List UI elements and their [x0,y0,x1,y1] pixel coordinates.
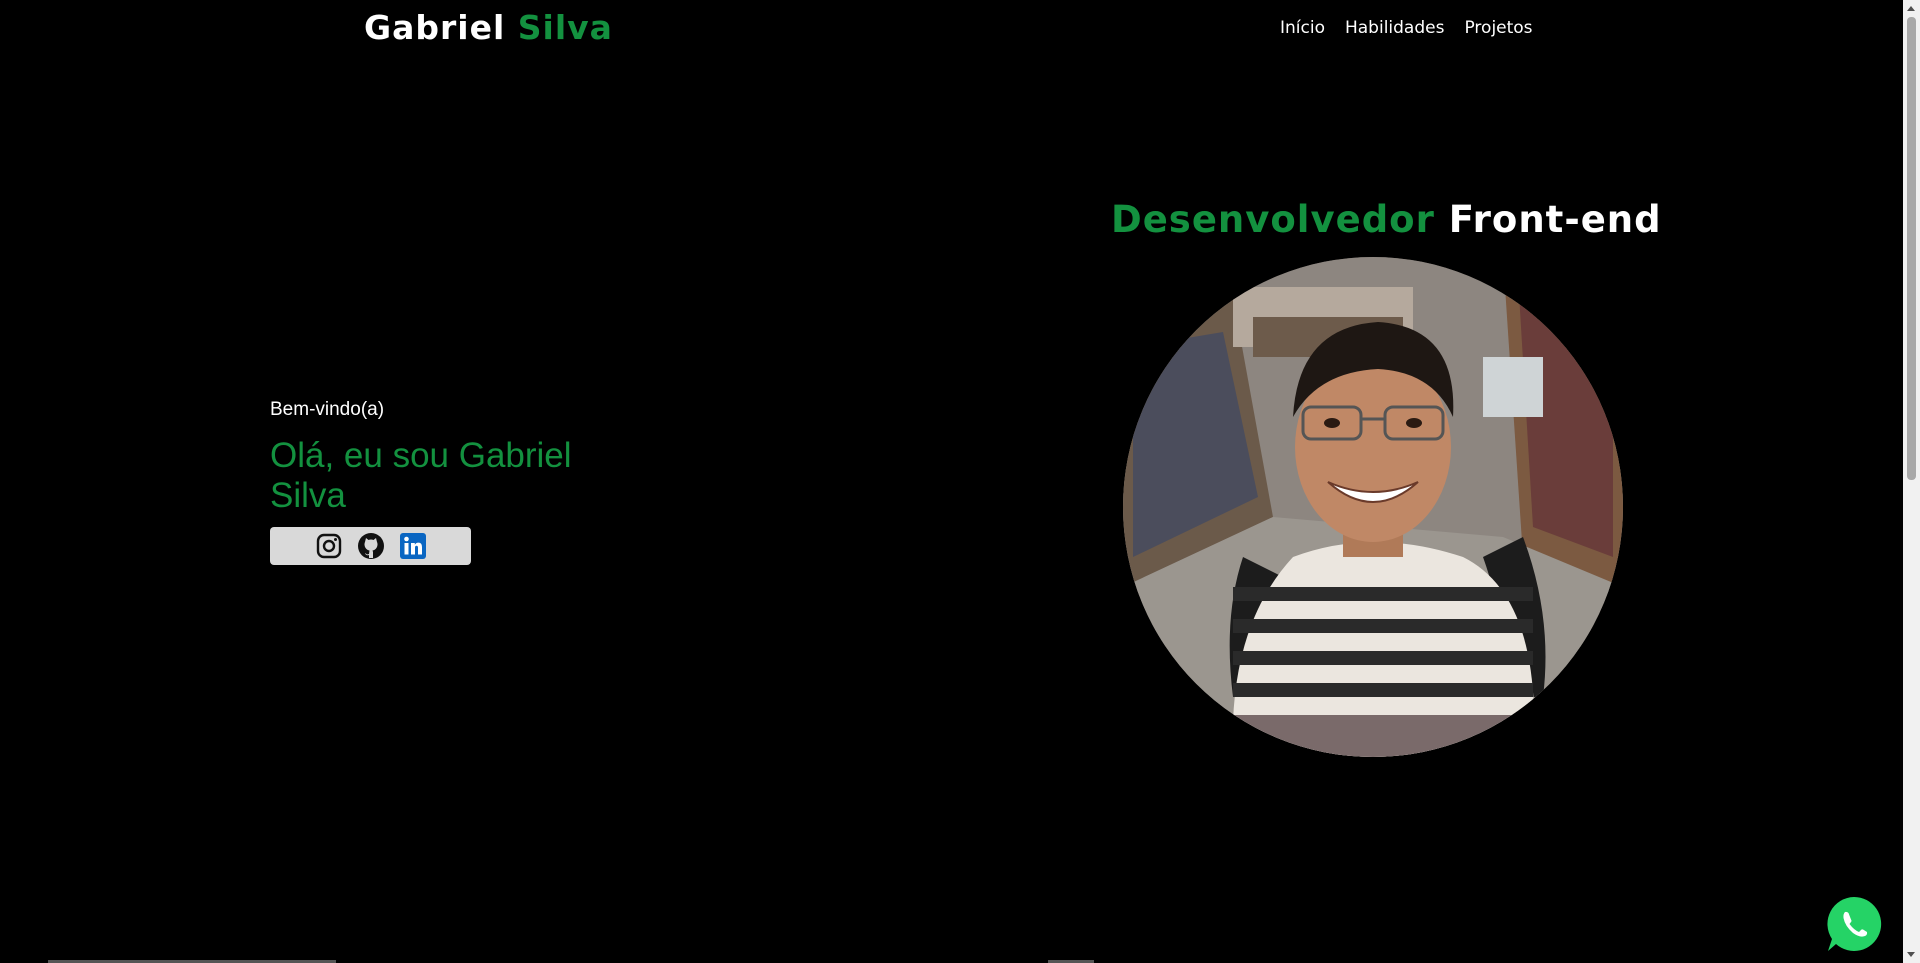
role-title-white: Front-end [1448,198,1662,241]
site-logo[interactable]: Gabriel Silva [364,7,613,49]
linkedin-icon [399,533,426,559]
instagram-icon [316,533,341,559]
profile-photo [1123,257,1623,757]
instagram-link[interactable] [314,531,344,561]
scrollbar-thumb[interactable] [1907,17,1916,480]
scroll-up-arrow-icon[interactable] [1907,6,1915,11]
role-title-green: Desenvolvedor [1111,198,1435,241]
linkedin-link[interactable] [398,531,428,561]
scroll-down-arrow-icon[interactable] [1907,952,1915,957]
github-icon [357,533,384,559]
nav-link-habilidades[interactable]: Habilidades [1345,15,1444,41]
hero-headline: Olá, eu sou Gabriel Silva [270,436,572,515]
welcome-text: Bem-vindo(a) [270,399,385,420]
vertical-scrollbar[interactable] [1903,0,1920,963]
github-link[interactable] [356,531,386,561]
main-nav: Início Habilidades Projetos [1280,15,1533,41]
whatsapp-icon [1827,896,1882,951]
role-title: Desenvolvedor Front-end [1111,196,1662,244]
nav-link-inicio[interactable]: Início [1280,15,1325,41]
whatsapp-button[interactable] [1823,893,1885,955]
nav-link-projetos[interactable]: Projetos [1464,15,1532,41]
profile-photo-illustration [1123,257,1623,757]
logo-first-name: Gabriel [364,8,506,47]
social-links-bar [270,527,471,565]
logo-last-name: Silva [517,8,613,47]
